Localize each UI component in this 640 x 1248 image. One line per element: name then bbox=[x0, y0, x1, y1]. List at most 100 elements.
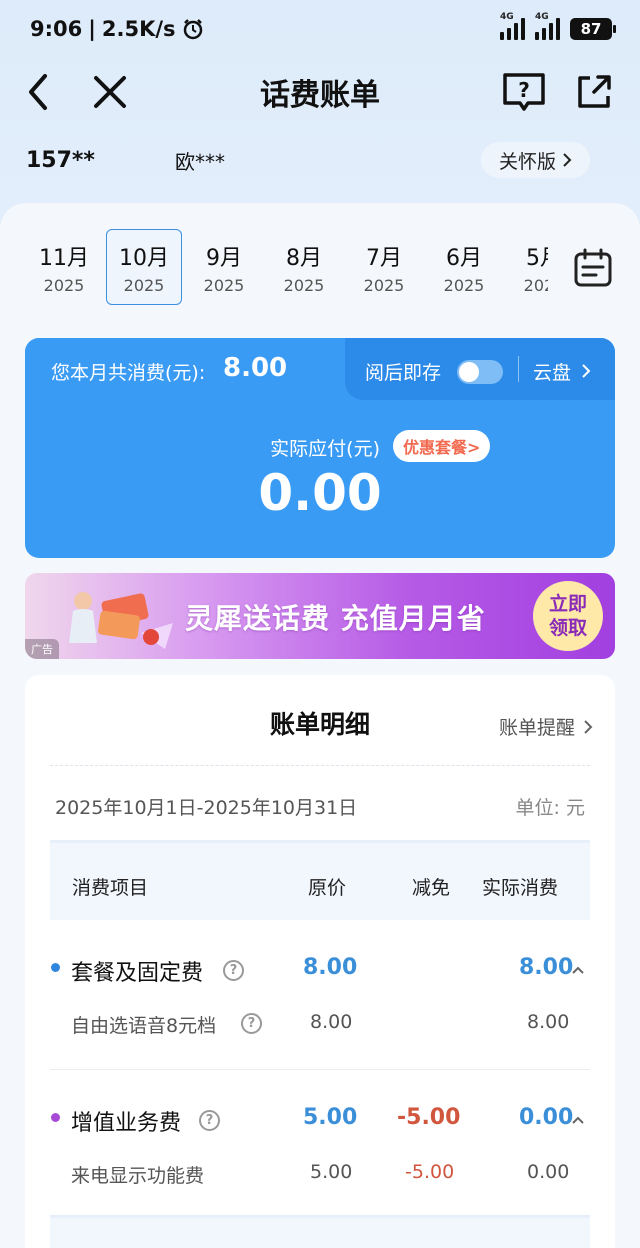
category-name[interactable]: 套餐及固定费 bbox=[71, 955, 203, 987]
month-year: 2025 bbox=[43, 275, 85, 295]
main-panel: 11月 2025 10月 2025 9月 2025 8月 2025 7月 202… bbox=[0, 203, 640, 1248]
col-actual: 实际消费 bbox=[482, 877, 559, 899]
back-arrow-icon bbox=[29, 74, 47, 110]
header-divider bbox=[518, 356, 519, 382]
category-actual: 0.00 bbox=[519, 1105, 574, 1130]
status-speed: 2.5K/s bbox=[101, 17, 176, 41]
auto-save-toggle[interactable] bbox=[457, 360, 503, 384]
chevron-right-icon bbox=[563, 153, 572, 167]
ad-claim-button[interactable]: 立即 领取 bbox=[533, 581, 603, 651]
month-scroll[interactable]: 11月 2025 10月 2025 9月 2025 8月 2025 7月 202… bbox=[0, 223, 548, 313]
item-actual: 0.00 bbox=[527, 1161, 570, 1183]
close-icon bbox=[94, 76, 126, 108]
network-type-2: 4G bbox=[535, 12, 549, 22]
discount-package-button[interactable]: 优惠套餐> bbox=[393, 430, 491, 462]
ad-cta-line1: 立即 bbox=[548, 593, 587, 615]
item-original: 5.00 bbox=[310, 1161, 353, 1183]
month-tab[interactable]: 8月 2025 bbox=[266, 229, 342, 305]
category-discount: -5.00 bbox=[397, 1105, 461, 1130]
status-separator: | bbox=[88, 17, 96, 41]
month-tab[interactable]: 6月 2025 bbox=[426, 229, 502, 305]
alarm-icon bbox=[183, 19, 202, 40]
amount-due-label: 实际应付(元) bbox=[270, 438, 380, 460]
row-divider bbox=[50, 1069, 590, 1070]
month-tab[interactable]: 7月 2025 bbox=[346, 229, 422, 305]
category-dot bbox=[51, 963, 60, 972]
category-dot bbox=[51, 1113, 60, 1122]
help-button[interactable]: ? bbox=[502, 70, 546, 114]
network-type-1: 4G bbox=[500, 12, 514, 22]
care-mode-label: 关怀版 bbox=[498, 150, 556, 173]
calendar-button[interactable] bbox=[572, 247, 614, 289]
cloud-drive-link[interactable]: 云盘 bbox=[533, 358, 591, 385]
month-label: 5月 bbox=[526, 245, 548, 271]
item-name: 自由选语音8元档 bbox=[71, 1015, 217, 1037]
chevron-up-icon[interactable] bbox=[571, 963, 585, 977]
signal-icon-2: 4G bbox=[535, 12, 560, 40]
chevron-right-icon bbox=[582, 364, 591, 378]
month-tab[interactable]: 5月 2025 bbox=[506, 229, 548, 305]
bill-summary-card: 您本月共消费(元): 8.00 阅后即存 云盘 实际应付(元) 优惠套餐> 0.… bbox=[25, 338, 615, 558]
month-year: 2025 bbox=[363, 275, 405, 295]
share-button[interactable] bbox=[572, 70, 616, 114]
auto-save-label: 阅后即存 bbox=[365, 362, 442, 384]
user-info-row: 157** 欧*** 关怀版 bbox=[0, 140, 640, 180]
item-actual: 8.00 bbox=[527, 1011, 570, 1033]
ad-banner[interactable]: 灵犀送话费 充值月月省 广告 立即 领取 bbox=[25, 573, 615, 659]
back-button[interactable] bbox=[16, 70, 60, 114]
dashed-divider bbox=[50, 765, 590, 766]
ad-headline: 灵犀送话费 充值月月省 bbox=[185, 602, 486, 635]
chevron-up-icon[interactable] bbox=[571, 1113, 585, 1127]
col-discount: 减免 bbox=[412, 877, 451, 899]
table-header: 消费项目 原价 减免 实际消费 bbox=[50, 840, 590, 920]
phone-number: 157** bbox=[26, 147, 95, 173]
category-actual: 8.00 bbox=[519, 955, 574, 980]
month-label: 10月 bbox=[119, 245, 169, 271]
month-label: 7月 bbox=[366, 245, 402, 271]
item-original: 8.00 bbox=[310, 1011, 353, 1033]
ad-tag: 广告 bbox=[25, 639, 59, 659]
monthly-spent-label: 您本月共消费(元): bbox=[51, 362, 206, 384]
col-item: 消费项目 bbox=[72, 877, 149, 899]
month-tab[interactable]: 9月 2025 bbox=[186, 229, 262, 305]
ad-illustration-icon bbox=[69, 592, 173, 649]
month-year: 2025 bbox=[523, 275, 548, 295]
month-label: 8月 bbox=[286, 245, 322, 271]
user-name: 欧*** bbox=[175, 149, 225, 174]
category-original: 5.00 bbox=[303, 1105, 358, 1130]
bill-reminder-link[interactable]: 账单提醒 bbox=[499, 713, 593, 740]
month-selector: 11月 2025 10月 2025 9月 2025 8月 2025 7月 202… bbox=[0, 223, 640, 313]
status-right: 4G 4G 87 bbox=[500, 12, 616, 40]
cloud-drive-label: 云盘 bbox=[533, 362, 572, 384]
share-icon bbox=[578, 75, 611, 108]
month-year: 2025 bbox=[443, 275, 485, 295]
month-year: 2025 bbox=[123, 275, 165, 295]
currency-unit: 单位: 元 bbox=[515, 797, 585, 819]
calendar-icon bbox=[574, 248, 612, 287]
col-original: 原价 bbox=[308, 877, 347, 899]
chevron-right-icon bbox=[584, 719, 593, 734]
signal-icon: 4G bbox=[500, 12, 525, 40]
amount-due-value: 0.00 bbox=[258, 464, 382, 522]
month-label: 11月 bbox=[39, 245, 89, 271]
help-circle-icon[interactable]: ? bbox=[223, 960, 244, 981]
billing-period: 2025年10月1日-2025年10月31日 bbox=[55, 797, 358, 819]
help-circle-icon[interactable]: ? bbox=[199, 1110, 220, 1131]
month-year: 2025 bbox=[283, 275, 325, 295]
month-tab-selected[interactable]: 10月 2025 bbox=[106, 229, 182, 305]
table-footer bbox=[50, 1215, 590, 1248]
svg-text:?: ? bbox=[518, 78, 530, 102]
item-discount: -5.00 bbox=[405, 1161, 455, 1183]
nav-bar: 话费账单 ? bbox=[0, 62, 640, 122]
month-label: 9月 bbox=[206, 245, 242, 271]
ad-cta-line2: 领取 bbox=[548, 617, 587, 639]
month-tab[interactable]: 11月 2025 bbox=[26, 229, 102, 305]
category-original: 8.00 bbox=[303, 955, 358, 980]
status-time: 9:06 bbox=[30, 17, 83, 41]
month-label: 6月 bbox=[446, 245, 482, 271]
status-left: 9:06 | 2.5K/s bbox=[30, 17, 204, 41]
category-name[interactable]: 增值业务费 bbox=[71, 1105, 181, 1137]
close-button[interactable] bbox=[88, 70, 132, 114]
care-mode-button[interactable]: 关怀版 bbox=[480, 142, 590, 178]
help-circle-icon[interactable]: ? bbox=[241, 1013, 262, 1034]
